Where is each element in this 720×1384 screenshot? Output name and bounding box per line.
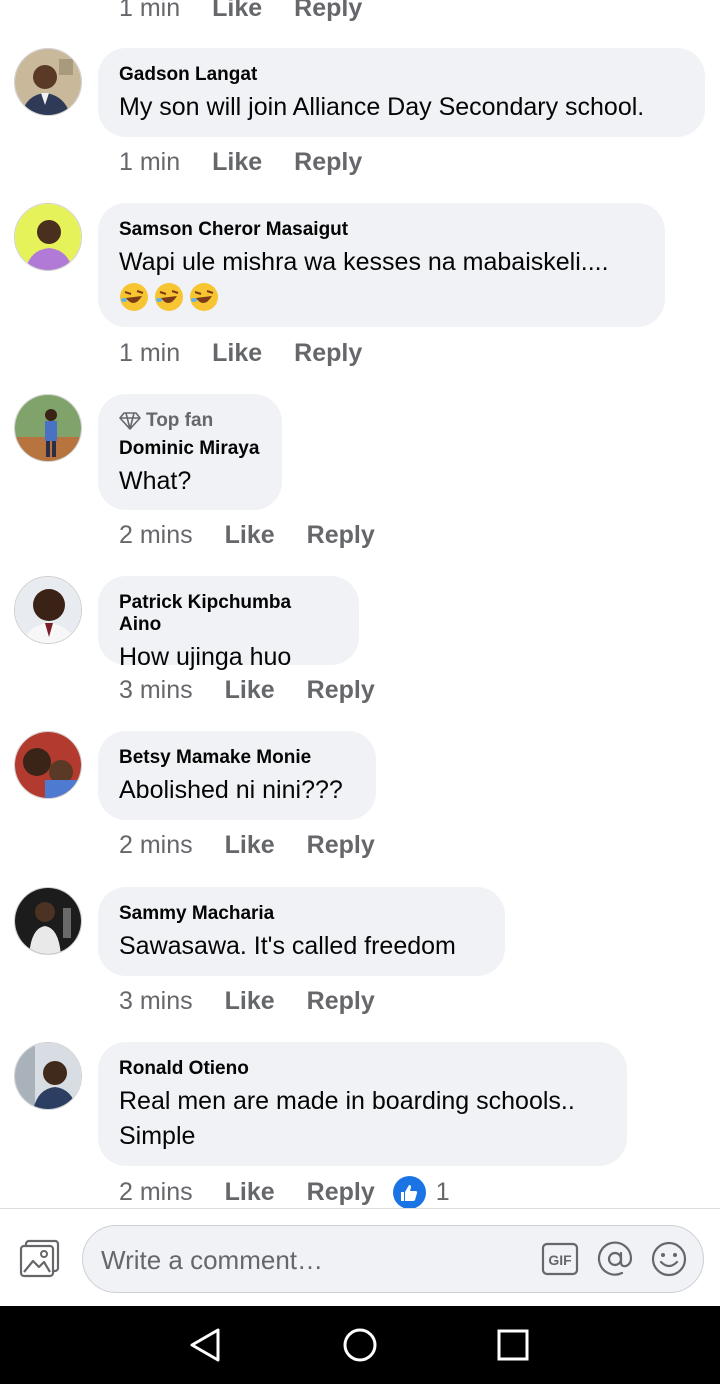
avatar[interactable] [14,731,82,799]
top-fan-badge: Top fan [119,410,260,432]
avatar[interactable] [14,887,82,955]
gif-icon[interactable]: GIF [541,1241,579,1282]
comment-text: What? [119,467,192,495]
laughing-emoji-icon [120,283,148,311]
comment-text: My son will join Alliance Day Secondary … [119,93,645,121]
badge-label: Top fan [146,410,214,431]
avatar[interactable] [14,394,82,462]
avatar[interactable] [14,203,82,271]
comment-time[interactable]: 2 mins [119,1178,193,1207]
comment-bubble[interactable]: Top fan Dominic Miraya What? [98,394,282,510]
avatar[interactable] [14,48,82,116]
comment-bubble[interactable]: Ronald Otieno Real men are made in board… [98,1042,627,1166]
comment-feed[interactable]: 1 min Like Reply Gadson Langat My son wi… [0,0,720,1208]
diamond-icon [119,412,141,430]
commenter-name[interactable]: Dominic Miraya [119,438,260,460]
photo-icon[interactable] [18,1239,62,1279]
emoji-row [119,282,643,312]
commenter-name[interactable]: Sammy Macharia [119,903,483,925]
reply-button[interactable]: Reply [307,521,375,550]
comment-meta-row: 2 mins Like Reply [119,521,407,550]
comment-input-placeholder: Write a comment… [101,1245,324,1275]
like-button[interactable]: Like [225,676,275,705]
comment-meta-row: 2 mins Like Reply 1 [119,1176,450,1208]
mention-icon[interactable] [596,1240,634,1283]
commenter-name[interactable]: Ronald Otieno [119,1058,605,1080]
comment-text: Simple [119,1122,196,1150]
emoji-icon[interactable] [650,1240,688,1283]
thumbs-up-icon [392,1176,426,1208]
system-navigation-bar [0,1306,720,1384]
avatar[interactable] [14,576,82,644]
recents-icon[interactable] [496,1328,530,1367]
reply-button[interactable]: Reply [307,987,375,1016]
comment-text: Real men are made in boarding schools.. [119,1087,575,1115]
like-button[interactable]: Like [212,339,262,368]
comment-meta-row: 2 mins Like Reply [119,831,407,860]
like-button[interactable]: Like [225,521,275,550]
like-button[interactable]: Like [225,1178,275,1207]
avatar[interactable] [14,1042,82,1110]
comment-bubble[interactable]: Samson Cheror Masaigut Wapi ule mishra w… [98,203,665,327]
comment-bubble[interactable]: Gadson Langat My son will join Alliance … [98,48,705,137]
comment-time[interactable]: 2 mins [119,831,193,860]
comment-input[interactable]: Write a comment… GIF [82,1225,704,1293]
comment-meta-row: 1 min Like Reply [119,339,394,368]
reply-button[interactable]: Reply [307,676,375,705]
laughing-emoji-icon [190,283,218,311]
like-button[interactable]: Like [225,987,275,1016]
reaction-summary[interactable]: 1 [392,1176,450,1208]
like-button[interactable]: Like [212,148,262,177]
reply-button[interactable]: Reply [294,148,362,177]
comment-meta-row: 3 mins Like Reply [119,676,407,705]
comment-meta-row: 3 mins Like Reply [119,987,407,1016]
reply-button[interactable]: Reply [294,0,362,23]
comment-bubble[interactable]: Sammy Macharia Sawasawa. It's called fre… [98,887,505,976]
reply-button[interactable]: Reply [294,339,362,368]
back-icon[interactable] [188,1326,224,1369]
comment-time[interactable]: 1 min [119,148,180,177]
home-icon[interactable] [342,1326,378,1369]
comment-time[interactable]: 2 mins [119,521,193,550]
comment-bubble[interactable]: Betsy Mamake Monie Abolished ni nini??? [98,731,376,820]
commenter-name[interactable]: Samson Cheror Masaigut [119,219,643,241]
comment-text: Sawasawa. It's called freedom [119,932,456,960]
comment-bubble[interactable]: Patrick Kipchumba Aino How ujinga huo [98,576,359,671]
comment-time[interactable]: 1 min [119,0,180,23]
like-button[interactable]: Like [225,831,275,860]
comment-composer: Write a comment… GIF [0,1208,720,1306]
comment-time[interactable]: 3 mins [119,987,193,1016]
commenter-name[interactable]: Betsy Mamake Monie [119,747,354,769]
commenter-name[interactable]: Gadson Langat [119,64,683,86]
laughing-emoji-icon [155,283,183,311]
reaction-count: 1 [435,1178,450,1206]
comment-text: How ujinga huo [119,643,292,671]
reply-button[interactable]: Reply [307,1178,375,1207]
comment-meta-row: 1 min Like Reply [119,0,394,23]
svg-text:GIF: GIF [548,1252,572,1268]
comment-meta-row: 1 min Like Reply [119,148,394,177]
comment-text: Wapi ule mishra wa kesses na mabaiskeli.… [119,248,609,276]
like-button[interactable]: Like [212,0,262,23]
comment-text: Abolished ni nini??? [119,776,343,804]
comment-time[interactable]: 1 min [119,339,180,368]
comment-time[interactable]: 3 mins [119,676,193,705]
reply-button[interactable]: Reply [307,831,375,860]
commenter-name[interactable]: Patrick Kipchumba Aino [119,592,337,636]
